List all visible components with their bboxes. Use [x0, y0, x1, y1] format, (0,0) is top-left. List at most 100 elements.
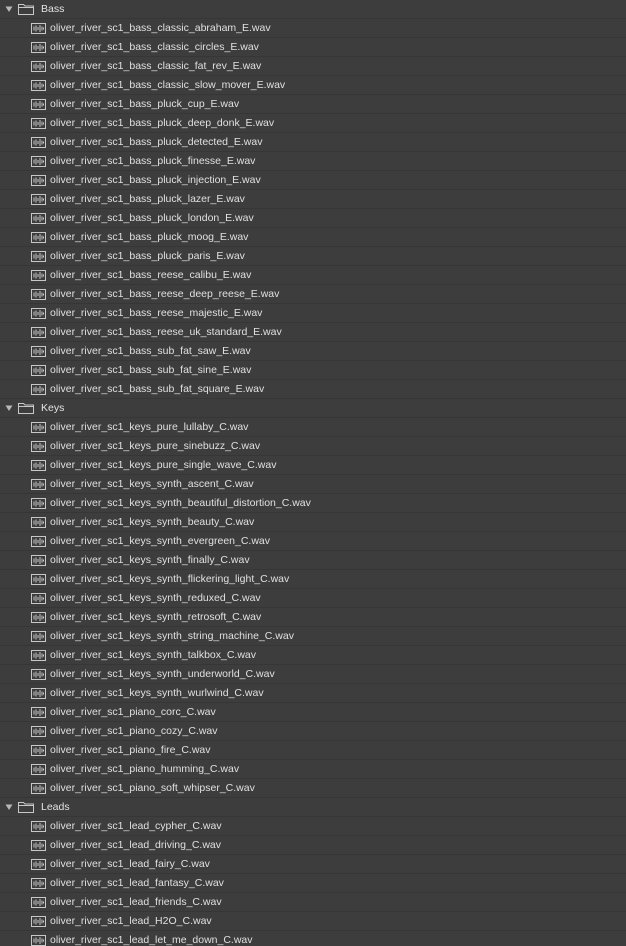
audio-waveform-icon — [31, 136, 46, 148]
file-row[interactable]: oliver_river_sc1_keys_synth_underworld_C… — [0, 665, 626, 684]
file-row[interactable]: oliver_river_sc1_bass_pluck_london_E.wav — [0, 209, 626, 228]
file-row[interactable]: oliver_river_sc1_bass_classic_circles_E.… — [0, 38, 626, 57]
file-name: oliver_river_sc1_bass_classic_circles_E.… — [50, 40, 259, 53]
file-row[interactable]: oliver_river_sc1_bass_pluck_deep_donk_E.… — [0, 114, 626, 133]
file-name: oliver_river_sc1_keys_synth_retrosoft_C.… — [50, 610, 262, 623]
audio-waveform-icon — [31, 478, 46, 490]
file-row[interactable]: oliver_river_sc1_lead_fantasy_C.wav — [0, 874, 626, 893]
audio-waveform-icon — [31, 630, 46, 642]
file-row[interactable]: oliver_river_sc1_keys_synth_talkbox_C.wa… — [0, 646, 626, 665]
file-row[interactable]: oliver_river_sc1_keys_synth_finally_C.wa… — [0, 551, 626, 570]
file-row[interactable]: oliver_river_sc1_keys_synth_wurlwind_C.w… — [0, 684, 626, 703]
audio-waveform-icon — [31, 288, 46, 300]
file-name: oliver_river_sc1_lead_fairy_C.wav — [50, 857, 210, 870]
file-row[interactable]: oliver_river_sc1_lead_cypher_C.wav — [0, 817, 626, 836]
file-row[interactable]: oliver_river_sc1_lead_let_me_down_C.wav — [0, 931, 626, 946]
file-row[interactable]: oliver_river_sc1_piano_soft_whipser_C.wa… — [0, 779, 626, 798]
file-name: oliver_river_sc1_lead_H2O_C.wav — [50, 914, 212, 927]
file-name: oliver_river_sc1_lead_driving_C.wav — [50, 838, 221, 851]
audio-waveform-icon — [31, 896, 46, 908]
file-row[interactable]: oliver_river_sc1_lead_fairy_C.wav — [0, 855, 626, 874]
file-row[interactable]: oliver_river_sc1_bass_classic_fat_rev_E.… — [0, 57, 626, 76]
file-row[interactable]: oliver_river_sc1_keys_pure_single_wave_C… — [0, 456, 626, 475]
file-row[interactable]: oliver_river_sc1_bass_pluck_cup_E.wav — [0, 95, 626, 114]
file-row[interactable]: oliver_river_sc1_keys_synth_beauty_C.wav — [0, 513, 626, 532]
file-name: oliver_river_sc1_lead_fantasy_C.wav — [50, 876, 224, 889]
file-row[interactable]: oliver_river_sc1_keys_synth_ascent_C.wav — [0, 475, 626, 494]
file-row[interactable]: oliver_river_sc1_keys_pure_lullaby_C.wav — [0, 418, 626, 437]
folder-icon — [18, 3, 34, 15]
audio-waveform-icon — [31, 193, 46, 205]
file-name: oliver_river_sc1_piano_cozy_C.wav — [50, 724, 218, 737]
file-row[interactable]: oliver_river_sc1_lead_H2O_C.wav — [0, 912, 626, 931]
audio-waveform-icon — [31, 611, 46, 623]
file-name: oliver_river_sc1_keys_synth_beautiful_di… — [50, 496, 311, 509]
triangle-down-icon[interactable] — [5, 803, 13, 811]
file-name: oliver_river_sc1_keys_pure_lullaby_C.wav — [50, 420, 249, 433]
file-name: oliver_river_sc1_bass_sub_fat_sine_E.wav — [50, 363, 252, 376]
file-row[interactable]: oliver_river_sc1_piano_corc_C.wav — [0, 703, 626, 722]
file-row[interactable]: oliver_river_sc1_piano_fire_C.wav — [0, 741, 626, 760]
audio-waveform-icon — [31, 60, 46, 72]
file-row[interactable]: oliver_river_sc1_lead_driving_C.wav — [0, 836, 626, 855]
file-name: oliver_river_sc1_bass_reese_deep_reese_E… — [50, 287, 280, 300]
audio-waveform-icon — [31, 725, 46, 737]
file-name: oliver_river_sc1_bass_pluck_paris_E.wav — [50, 249, 245, 262]
file-row[interactable]: oliver_river_sc1_bass_pluck_injection_E.… — [0, 171, 626, 190]
file-name: oliver_river_sc1_keys_synth_ascent_C.wav — [50, 477, 254, 490]
audio-waveform-icon — [31, 573, 46, 585]
file-row[interactable]: oliver_river_sc1_bass_sub_fat_square_E.w… — [0, 380, 626, 399]
file-row[interactable]: oliver_river_sc1_keys_synth_string_machi… — [0, 627, 626, 646]
triangle-down-icon[interactable] — [5, 404, 13, 412]
file-row[interactable]: oliver_river_sc1_keys_synth_beautiful_di… — [0, 494, 626, 513]
file-row[interactable]: oliver_river_sc1_bass_sub_fat_sine_E.wav — [0, 361, 626, 380]
file-name: oliver_river_sc1_bass_classic_abraham_E.… — [50, 21, 271, 34]
file-row[interactable]: oliver_river_sc1_keys_synth_reduxed_C.wa… — [0, 589, 626, 608]
audio-waveform-icon — [31, 364, 46, 376]
file-row[interactable]: oliver_river_sc1_piano_humming_C.wav — [0, 760, 626, 779]
file-row[interactable]: oliver_river_sc1_bass_pluck_finesse_E.wa… — [0, 152, 626, 171]
folder-row-bass[interactable]: Bass — [0, 0, 626, 19]
folder-label: Keys — [41, 401, 65, 414]
file-name: oliver_river_sc1_bass_reese_uk_standard_… — [50, 325, 282, 338]
file-row[interactable]: oliver_river_sc1_bass_classic_slow_mover… — [0, 76, 626, 95]
folder-row-leads[interactable]: Leads — [0, 798, 626, 817]
file-name: oliver_river_sc1_lead_friends_C.wav — [50, 895, 222, 908]
file-name: oliver_river_sc1_bass_pluck_london_E.wav — [50, 211, 254, 224]
file-row[interactable]: oliver_river_sc1_bass_reese_majestic_E.w… — [0, 304, 626, 323]
folder-row-keys[interactable]: Keys — [0, 399, 626, 418]
file-row[interactable]: oliver_river_sc1_keys_synth_flickering_l… — [0, 570, 626, 589]
file-row[interactable]: oliver_river_sc1_bass_pluck_lazer_E.wav — [0, 190, 626, 209]
file-row[interactable]: oliver_river_sc1_keys_pure_sinebuzz_C.wa… — [0, 437, 626, 456]
file-row[interactable]: oliver_river_sc1_piano_cozy_C.wav — [0, 722, 626, 741]
file-row[interactable]: oliver_river_sc1_bass_pluck_detected_E.w… — [0, 133, 626, 152]
file-row[interactable]: oliver_river_sc1_keys_synth_retrosoft_C.… — [0, 608, 626, 627]
file-name: oliver_river_sc1_bass_pluck_injection_E.… — [50, 173, 261, 186]
file-row[interactable]: oliver_river_sc1_bass_classic_abraham_E.… — [0, 19, 626, 38]
file-name: oliver_river_sc1_bass_pluck_cup_E.wav — [50, 97, 240, 110]
file-name: oliver_river_sc1_keys_pure_single_wave_C… — [50, 458, 277, 471]
audio-waveform-icon — [31, 877, 46, 889]
file-row[interactable]: oliver_river_sc1_keys_synth_evergreen_C.… — [0, 532, 626, 551]
audio-waveform-icon — [31, 516, 46, 528]
audio-waveform-icon — [31, 535, 46, 547]
file-name: oliver_river_sc1_bass_sub_fat_square_E.w… — [50, 382, 265, 395]
triangle-down-icon[interactable] — [5, 5, 13, 13]
audio-waveform-icon — [31, 554, 46, 566]
file-name: oliver_river_sc1_bass_classic_fat_rev_E.… — [50, 59, 262, 72]
audio-waveform-icon — [31, 307, 46, 319]
file-row[interactable]: oliver_river_sc1_bass_reese_deep_reese_E… — [0, 285, 626, 304]
file-row[interactable]: oliver_river_sc1_bass_sub_fat_saw_E.wav — [0, 342, 626, 361]
audio-waveform-icon — [31, 22, 46, 34]
file-row[interactable]: oliver_river_sc1_bass_reese_calibu_E.wav — [0, 266, 626, 285]
audio-waveform-icon — [31, 345, 46, 357]
file-row[interactable]: oliver_river_sc1_lead_friends_C.wav — [0, 893, 626, 912]
file-row[interactable]: oliver_river_sc1_bass_pluck_paris_E.wav — [0, 247, 626, 266]
audio-waveform-icon — [31, 497, 46, 509]
file-name: oliver_river_sc1_piano_fire_C.wav — [50, 743, 211, 756]
file-name: oliver_river_sc1_bass_pluck_finesse_E.wa… — [50, 154, 256, 167]
file-row[interactable]: oliver_river_sc1_bass_reese_uk_standard_… — [0, 323, 626, 342]
file-name: oliver_river_sc1_keys_synth_evergreen_C.… — [50, 534, 271, 547]
audio-waveform-icon — [31, 668, 46, 680]
file-row[interactable]: oliver_river_sc1_bass_pluck_moog_E.wav — [0, 228, 626, 247]
